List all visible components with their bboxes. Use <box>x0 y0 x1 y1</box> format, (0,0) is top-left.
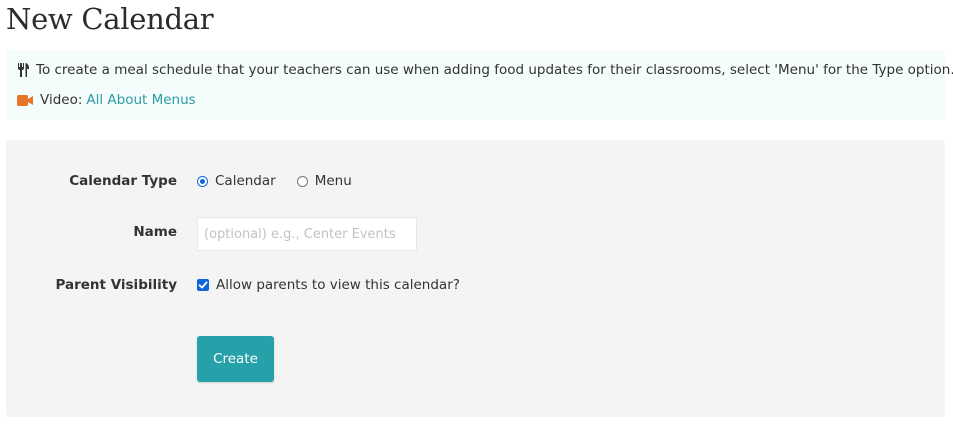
name-label: Name <box>133 224 177 240</box>
allow-parents-checkbox[interactable] <box>197 279 209 291</box>
utensils-icon <box>17 63 29 77</box>
name-row: Name <box>6 217 945 251</box>
checkmark-icon <box>198 281 208 289</box>
calendar-type-option-menu-label[interactable]: Menu <box>315 173 352 189</box>
calendar-type-label: Calendar Type <box>69 173 177 189</box>
video-camera-icon <box>17 94 33 106</box>
info-box: To create a meal schedule that your teac… <box>6 50 953 120</box>
parent-visibility-label: Parent Visibility <box>55 277 177 293</box>
calendar-type-radio-menu[interactable] <box>296 175 308 187</box>
name-input[interactable] <box>197 217 417 251</box>
new-calendar-form: Calendar Type Calendar Menu Name Parent … <box>6 140 945 417</box>
video-label: Video: <box>40 92 83 108</box>
all-about-menus-link[interactable]: All About Menus <box>86 92 195 108</box>
parent-visibility-checkbox-group: Allow parents to view this calendar? <box>197 277 460 293</box>
parent-visibility-row: Parent Visibility Allow parents to view … <box>6 270 945 302</box>
allow-parents-checkbox-label[interactable]: Allow parents to view this calendar? <box>216 277 460 293</box>
info-video-line: Video: All About Menus <box>17 90 196 110</box>
calendar-type-radio-group: Calendar Menu <box>197 173 373 189</box>
info-message-line: To create a meal schedule that your teac… <box>17 60 953 80</box>
calendar-type-option-calendar-label[interactable]: Calendar <box>215 173 276 189</box>
info-message: To create a meal schedule that your teac… <box>36 62 953 78</box>
calendar-type-row: Calendar Type Calendar Menu <box>6 166 945 198</box>
calendar-type-radio-calendar[interactable] <box>197 175 208 187</box>
create-button[interactable]: Create <box>197 336 274 382</box>
page-title: New Calendar <box>6 2 214 36</box>
